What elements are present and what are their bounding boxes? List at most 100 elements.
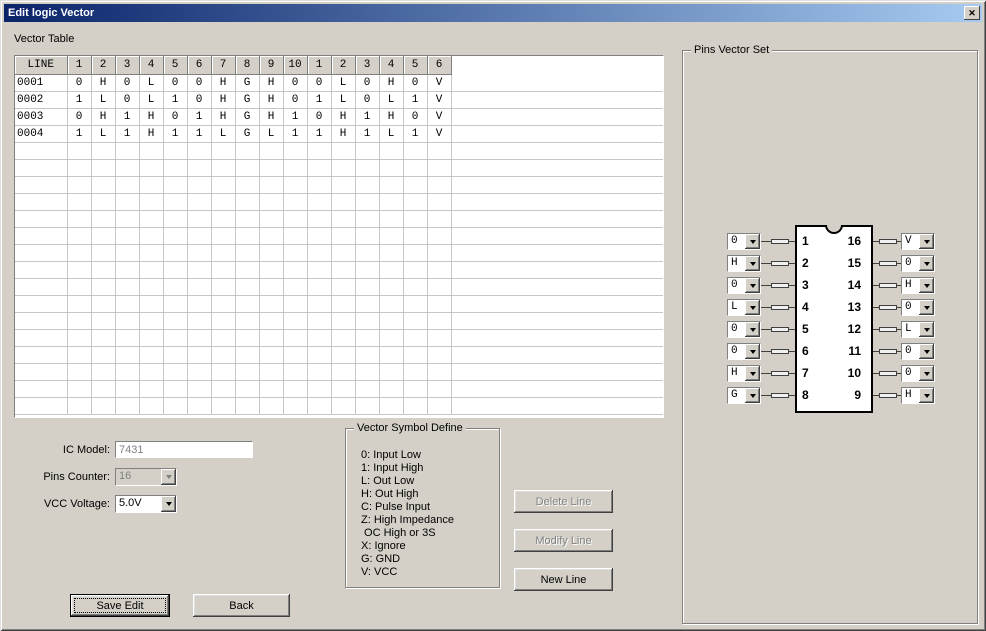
cell-pin-value[interactable] [235,346,259,363]
cell-pin-value[interactable] [427,380,451,397]
cell-pin-value[interactable]: 1 [187,125,211,142]
cell-pin-value[interactable] [67,295,91,312]
cell-pin-value[interactable] [403,227,427,244]
pin-6-select[interactable]: 0 [727,343,761,360]
cell-pin-value[interactable]: 1 [187,108,211,125]
cell-pin-value[interactable]: H [259,74,283,91]
cell-pin-value[interactable] [307,329,331,346]
cell-pin-value[interactable] [355,261,379,278]
cell-pin-value[interactable] [91,346,115,363]
cell-pin-value[interactable] [307,312,331,329]
cell-pin-value[interactable] [235,329,259,346]
cell-pin-value[interactable] [355,295,379,312]
cell-pin-value[interactable] [379,380,403,397]
cell-pin-value[interactable] [139,227,163,244]
cell-pin-value[interactable] [307,346,331,363]
cell-pin-value[interactable]: 1 [283,108,307,125]
pin-15-select[interactable]: 0 [901,255,935,272]
combo-dropdown-button[interactable] [745,300,760,315]
table-row-empty[interactable] [15,346,663,363]
cell-pin-value[interactable] [139,244,163,261]
cell-pin-value[interactable] [91,363,115,380]
cell-pin-value[interactable] [187,210,211,227]
cell-pin-value[interactable] [163,193,187,210]
table-row[interactable]: 00030H1H01HGH10H1H0V [15,108,663,125]
cell-pin-value[interactable]: L [331,74,355,91]
cell-pin-value[interactable] [403,295,427,312]
table-row-empty[interactable] [15,329,663,346]
cell-pin-value[interactable] [379,244,403,261]
cell-pin-value[interactable] [115,312,139,329]
table-row-empty[interactable] [15,159,663,176]
combo-dropdown-button[interactable] [919,322,934,337]
cell-pin-value[interactable] [187,329,211,346]
cell-pin-value[interactable] [67,210,91,227]
table-row-empty[interactable] [15,295,663,312]
cell-pin-value[interactable]: L [91,91,115,108]
cell-pin-value[interactable] [427,227,451,244]
cell-pin-value[interactable] [283,363,307,380]
cell-pin-value[interactable]: 0 [163,108,187,125]
cell-pin-value[interactable] [235,397,259,414]
table-row-empty[interactable] [15,397,663,414]
cell-line-number[interactable]: 0003 [15,108,67,125]
cell-pin-value[interactable] [403,244,427,261]
cell-pin-value[interactable] [427,397,451,414]
cell-pin-value[interactable] [91,142,115,159]
cell-pin-value[interactable] [211,142,235,159]
cell-pin-value[interactable] [283,278,307,295]
cell-pin-value[interactable] [235,261,259,278]
cell-pin-value[interactable]: 1 [307,91,331,108]
cell-pin-value[interactable]: 1 [403,125,427,142]
cell-line-number[interactable] [15,176,67,193]
cell-pin-value[interactable] [427,193,451,210]
cell-pin-value[interactable]: 0 [163,74,187,91]
cell-pin-value[interactable] [283,295,307,312]
cell-pin-value[interactable] [259,312,283,329]
cell-pin-value[interactable] [67,380,91,397]
cell-pin-value[interactable] [163,397,187,414]
pin-5-select[interactable]: 0 [727,321,761,338]
cell-pin-value[interactable]: 0 [187,74,211,91]
cell-pin-value[interactable]: L [211,125,235,142]
cell-pin-value[interactable] [67,397,91,414]
new-line-button[interactable]: New Line [514,568,613,591]
cell-pin-value[interactable] [331,210,355,227]
cell-pin-value[interactable] [307,227,331,244]
cell-pin-value[interactable] [283,176,307,193]
pin-4-select[interactable]: L [727,299,761,316]
cell-pin-value[interactable] [139,278,163,295]
cell-pin-value[interactable] [331,142,355,159]
cell-pin-value[interactable]: 1 [115,125,139,142]
cell-pin-value[interactable] [187,227,211,244]
combo-dropdown-button[interactable] [161,496,176,512]
cell-pin-value[interactable] [235,210,259,227]
cell-pin-value[interactable] [331,227,355,244]
cell-pin-value[interactable] [379,193,403,210]
cell-pin-value[interactable] [307,193,331,210]
cell-pin-value[interactable] [67,244,91,261]
cell-pin-value[interactable] [259,397,283,414]
cell-pin-value[interactable] [403,397,427,414]
cell-pin-value[interactable]: 0 [403,108,427,125]
pin-16-select[interactable]: V [901,233,935,250]
cell-line-number[interactable] [15,295,67,312]
cell-pin-value[interactable] [91,193,115,210]
combo-dropdown-button[interactable] [919,256,934,271]
cell-pin-value[interactable] [187,176,211,193]
cell-pin-value[interactable] [259,380,283,397]
cell-pin-value[interactable] [331,278,355,295]
cell-pin-value[interactable] [187,278,211,295]
cell-pin-value[interactable] [139,346,163,363]
cell-pin-value[interactable] [139,295,163,312]
cell-pin-value[interactable] [115,142,139,159]
pin-2-select[interactable]: H [727,255,761,272]
cell-line-number[interactable] [15,261,67,278]
combo-dropdown-button[interactable] [919,366,934,381]
cell-pin-value[interactable]: 0 [307,74,331,91]
cell-pin-value[interactable]: H [211,108,235,125]
cell-pin-value[interactable]: G [235,74,259,91]
cell-pin-value[interactable] [67,227,91,244]
cell-pin-value[interactable] [115,193,139,210]
cell-pin-value[interactable] [67,346,91,363]
